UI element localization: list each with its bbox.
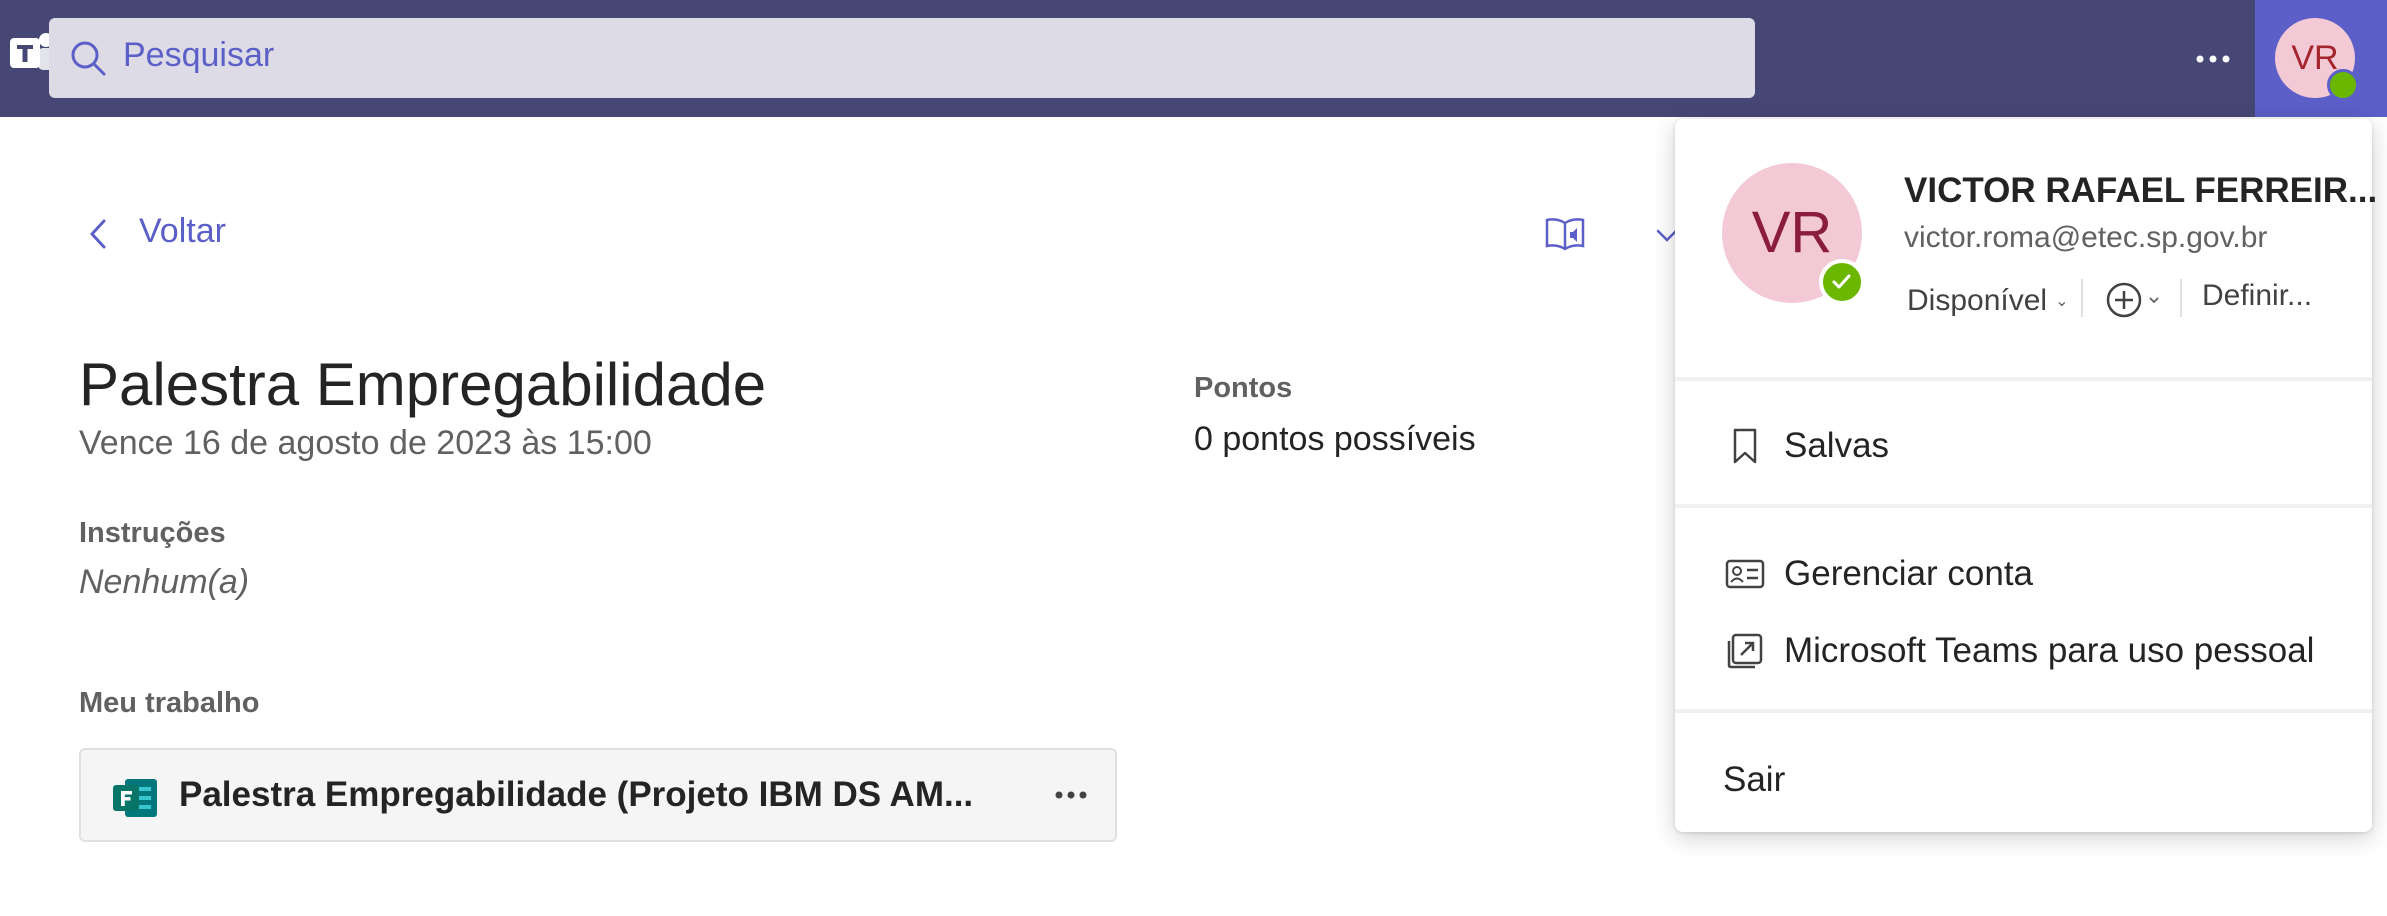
search-placeholder: Pesquisar [123,36,275,74]
menu-item-label: Gerenciar conta [1784,554,2034,593]
separator [1675,377,2372,381]
bookmark-icon [1733,428,1757,464]
immersive-reader-icon[interactable] [1543,212,1587,256]
assignment-title: Palestra Empregabilidade [79,351,767,418]
due-date: Vence 16 de agosto de 2023 às 15:00 [79,424,652,462]
status-dropdown[interactable]: Disponível ⌄ [1907,279,2068,323]
presence-available-icon [2327,69,2359,101]
separator [1675,504,2372,508]
status-label: Disponível [1907,284,2048,317]
more-horizontal-icon[interactable] [2188,34,2238,84]
open-external-icon [1727,633,1763,669]
chevron-down-icon: ⌄ [2055,293,2069,310]
contact-card-icon [1725,559,1765,589]
menu-item-saved[interactable]: Salvas [1675,412,2372,478]
separator [1675,709,2372,713]
more-options-icon[interactable] [1046,772,1096,818]
points-value: 0 pontos possíveis [1194,420,1476,458]
work-item-card[interactable]: Palestra Empregabilidade (Projeto IBM DS… [79,748,1117,842]
my-work-label: Meu trabalho [79,687,260,719]
divider [2081,279,2083,317]
menu-item-manage-account[interactable]: Gerenciar conta [1675,540,2372,606]
profile-flyout: VR VICTOR RAFAEL FERREIR... victor.roma@… [1675,119,2377,832]
presence-available-icon [1819,259,1865,305]
menu-item-label: Salvas [1784,426,1890,465]
search-box[interactable]: Pesquisar [49,18,1755,98]
points-label: Pontos [1194,372,1293,404]
instructions-value: Nenhum(a) [79,563,250,601]
work-item-name[interactable]: Palestra Empregabilidade (Projeto IBM DS… [179,775,973,815]
divider [2180,279,2182,317]
microsoft-forms-icon [113,779,157,817]
add-status-icon[interactable] [2100,276,2170,324]
set-status-message-button[interactable]: Definir... [2202,279,2312,313]
menu-item-label: Microsoft Teams para uso pessoal [1784,631,2315,670]
menu-item-sign-out[interactable]: Sair [1675,746,2372,812]
instructions-label: Instruções [79,517,226,549]
menu-item-label: Sair [1723,760,1786,799]
back-link[interactable]: Voltar [139,212,226,251]
profile-email: victor.roma@etec.sp.gov.br [1904,221,2268,254]
search-icon [71,41,106,76]
top-bar: Pesquisar VR [0,0,2387,117]
profile-name: VICTOR RAFAEL FERREIR... [1904,171,2378,210]
menu-item-teams-personal[interactable]: Microsoft Teams para uso pessoal [1675,617,2372,683]
chevron-left-icon[interactable] [84,217,112,251]
